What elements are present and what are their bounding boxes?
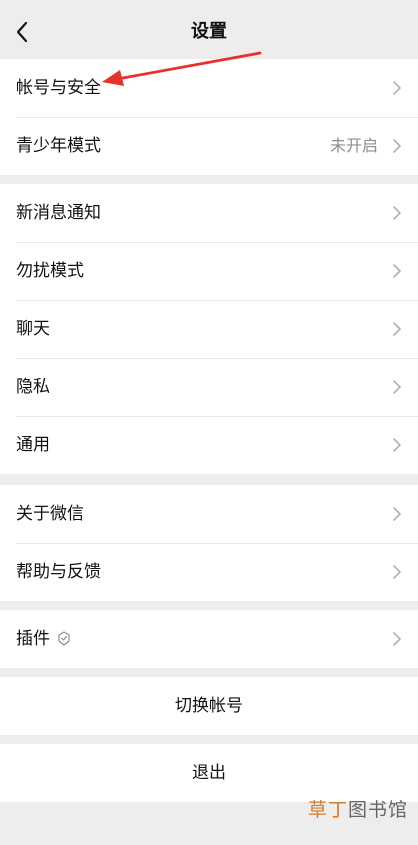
row-label: 聊天 [16,319,50,339]
row-value: 未开启 [329,136,378,155]
watermark: 草丁图书馆 [308,796,408,824]
row-label: 插件 [16,629,50,649]
chevron-right-icon [393,565,401,579]
settings-group-plugins: 插件 [0,610,418,668]
row-label: 勿扰模式 [16,261,84,281]
watermark-accent: 草丁 [307,799,348,821]
settings-group-about: 关于微信 帮助与反馈 [0,485,418,601]
chevron-right-icon [393,632,401,646]
switch-account-button[interactable]: 切换帐号 [0,677,418,735]
settings-row-help-feedback[interactable]: 帮助与反馈 [0,543,418,601]
settings-row-plugins[interactable]: 插件 [0,610,418,668]
settings-row-notifications[interactable]: 新消息通知 [0,184,418,242]
chevron-right-icon [393,507,401,521]
row-label: 关于微信 [16,504,84,524]
chevron-right-icon [393,380,401,394]
row-label: 帮助与反馈 [16,562,101,582]
chevron-right-icon [393,139,401,153]
row-label: 隐私 [16,377,50,397]
page-title: 设置 [191,21,227,42]
chevron-right-icon [393,264,401,278]
logout-label: 退出 [192,763,226,783]
logout-button[interactable]: 退出 [0,744,418,802]
row-label: 帐号与安全 [16,78,101,98]
watermark-text: 图书馆 [347,799,408,821]
settings-row-do-not-disturb[interactable]: 勿扰模式 [0,242,418,300]
settings-row-general[interactable]: 通用 [0,416,418,474]
chevron-right-icon [393,322,401,336]
chevron-right-icon [393,206,401,220]
switch-account-group: 切换帐号 [0,677,418,735]
settings-row-chat[interactable]: 聊天 [0,300,418,358]
settings-row-youth-mode[interactable]: 青少年模式 未开启 [0,117,418,175]
settings-group-general: 新消息通知 勿扰模式 聊天 隐私 通用 [0,184,418,474]
settings-row-account-security[interactable]: 帐号与安全 [0,59,418,117]
chevron-right-icon [393,81,401,95]
logout-group: 退出 [0,744,418,802]
row-label: 青少年模式 [16,136,101,156]
row-label: 通用 [16,435,50,455]
settings-group-account: 帐号与安全 青少年模式 未开启 [0,59,418,175]
settings-row-about-wechat[interactable]: 关于微信 [0,485,418,543]
chevron-right-icon [393,438,401,452]
settings-row-privacy[interactable]: 隐私 [0,358,418,416]
nav-bar: 设置 [0,0,418,64]
switch-account-label: 切换帐号 [175,696,243,716]
plugin-icon [58,631,70,646]
row-label: 新消息通知 [16,203,101,223]
